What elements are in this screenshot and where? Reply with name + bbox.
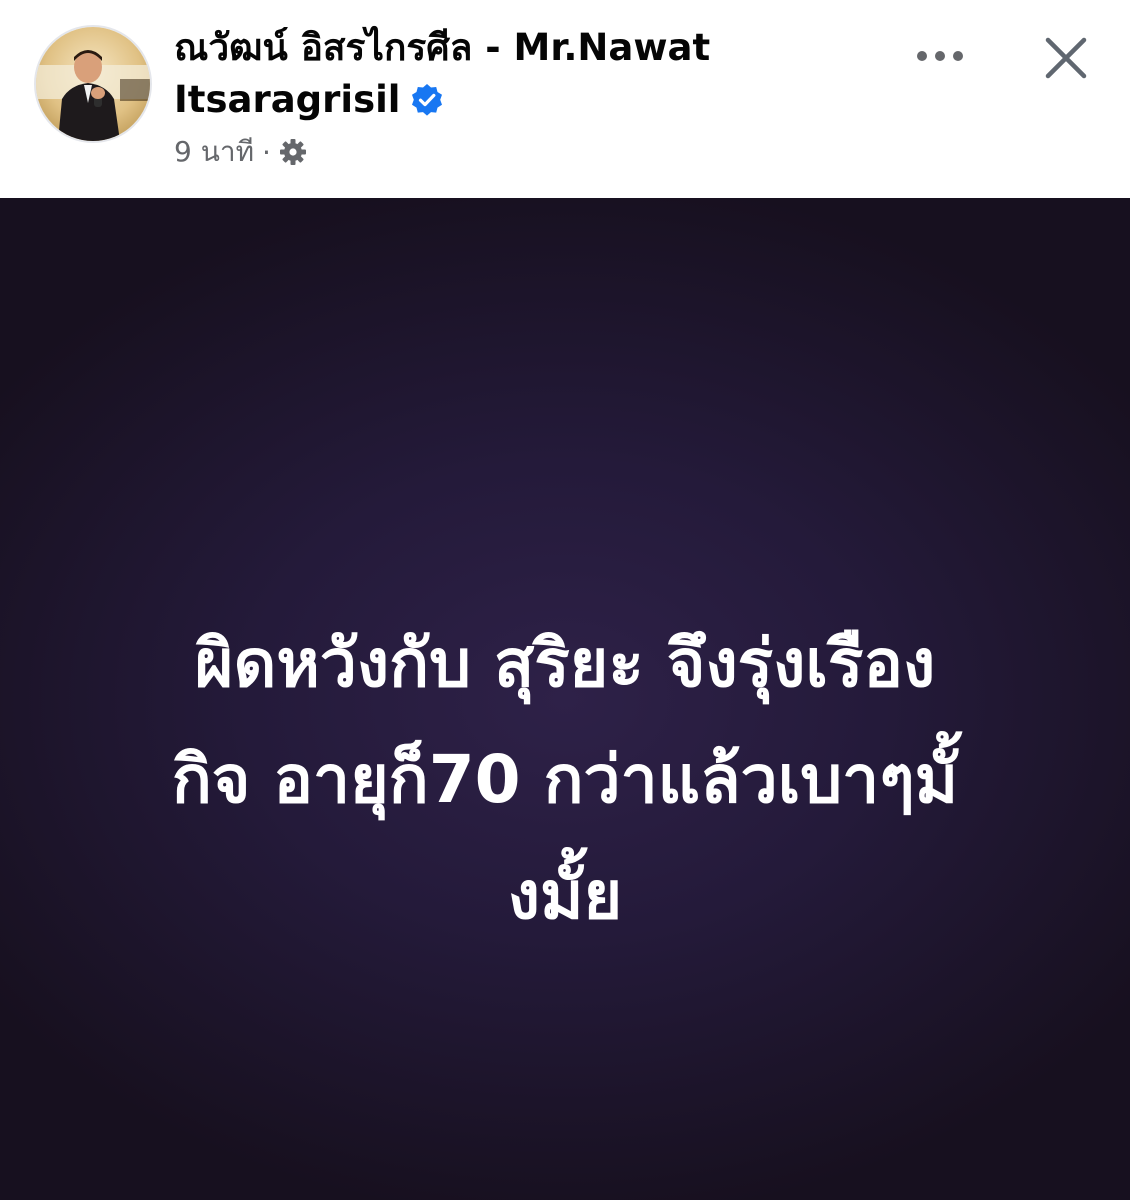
post-header: ณวัฒน์ อิสรไกรศีล - Mr.Nawat Itsaragrisi… bbox=[0, 0, 1130, 198]
avatar[interactable] bbox=[34, 25, 152, 143]
post-meta: 9 นาที · bbox=[174, 132, 307, 172]
post-text-line: งมั้ย bbox=[507, 857, 623, 934]
more-options-button[interactable] bbox=[912, 38, 968, 74]
post-timestamp[interactable]: 9 นาที bbox=[174, 130, 254, 174]
author-name[interactable]: ณวัฒน์ อิสรไกรศีล - Mr.Nawat Itsaragrisi… bbox=[174, 22, 814, 126]
verified-badge-icon bbox=[412, 84, 443, 116]
gear-icon[interactable] bbox=[279, 138, 307, 166]
more-horizontal-icon bbox=[917, 51, 963, 61]
post-background-card[interactable]: ผิดหวังกับ สุริยะ จึงรุ่งเรือง กิจ อายุก… bbox=[0, 198, 1130, 1200]
close-button[interactable] bbox=[1036, 28, 1096, 88]
post-viewer: ณวัฒน์ อิสรไกรศีล - Mr.Nawat Itsaragrisi… bbox=[0, 0, 1130, 1200]
close-icon bbox=[1045, 37, 1087, 79]
post-text-line: กิจ อายุก็70 กว่าแล้วเบาๆมั้ bbox=[171, 741, 959, 818]
post-text: ผิดหวังกับ สุริยะ จึงรุ่งเรือง กิจ อายุก… bbox=[70, 606, 1060, 954]
avatar-image bbox=[36, 27, 150, 141]
meta-separator: · bbox=[262, 135, 271, 169]
post-text-line: ผิดหวังกับ สุริยะ จึงรุ่งเรือง bbox=[194, 625, 936, 702]
